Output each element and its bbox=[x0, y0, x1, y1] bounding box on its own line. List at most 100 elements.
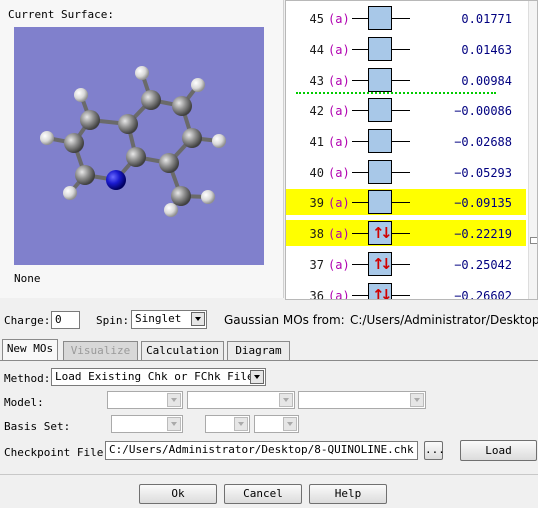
ok-button[interactable]: Ok bbox=[139, 484, 217, 504]
browse-button[interactable]: ... bbox=[424, 441, 445, 460]
surface-panel: Current Surface: None bbox=[0, 0, 284, 298]
mo-level-line bbox=[352, 141, 368, 142]
orbital-box[interactable] bbox=[368, 98, 392, 122]
basis-set-label: Basis Set: bbox=[4, 420, 71, 433]
method-select[interactable]: Load Existing Chk or FChk File bbox=[51, 368, 266, 386]
orbital-box[interactable]: ↑ ↓ bbox=[368, 221, 393, 245]
orbital-box[interactable]: ↑ ↓ bbox=[368, 283, 393, 300]
model-label: Model: bbox=[4, 396, 44, 409]
basis-select-3[interactable] bbox=[254, 415, 299, 433]
chevron-down-icon[interactable] bbox=[234, 417, 248, 431]
mo-energy: 0.01771 bbox=[461, 12, 512, 26]
basis-select-2[interactable] bbox=[205, 415, 250, 433]
tab-new-mos[interactable]: New MOs bbox=[2, 339, 58, 361]
mo-row[interactable]: 43 (a) 0.00984 bbox=[286, 67, 526, 93]
mo-level-line bbox=[392, 295, 410, 296]
mo-row[interactable]: 44 (a) 0.01463 bbox=[286, 36, 526, 62]
quinoline-molecule bbox=[40, 66, 226, 217]
nitrogen-atom bbox=[106, 170, 126, 190]
mo-number: 45 bbox=[309, 12, 324, 26]
orbital-box[interactable]: ↑ ↓ bbox=[368, 252, 393, 276]
mo-level-line bbox=[352, 202, 368, 203]
surface-status: None bbox=[14, 272, 41, 285]
mo-energy: −0.26602 bbox=[454, 289, 512, 300]
mo-number: 41 bbox=[309, 135, 324, 149]
mo-number: 40 bbox=[309, 166, 324, 180]
charge-label: Charge: bbox=[4, 314, 51, 327]
tab-calculation[interactable]: Calculation bbox=[141, 341, 224, 360]
mo-row[interactable]: 39 (a) −0.09135 bbox=[286, 189, 526, 215]
mo-number: 42 bbox=[309, 104, 324, 118]
model-select-3[interactable] bbox=[298, 391, 426, 409]
orbital-box[interactable] bbox=[368, 68, 392, 92]
mo-number: 44 bbox=[309, 43, 324, 57]
molecule-viewer[interactable] bbox=[14, 27, 264, 265]
mo-number: 43 bbox=[309, 74, 324, 88]
mo-row[interactable]: 45 (a) 0.01771 bbox=[286, 5, 526, 31]
mo-row[interactable]: 41 (a) −0.02688 bbox=[286, 128, 526, 154]
spin-select[interactable]: Singlet bbox=[131, 310, 207, 329]
tab-divider bbox=[0, 360, 538, 361]
checkpoint-file-input[interactable]: C:/Users/Administrator/Desktop/8-QUINOLI… bbox=[105, 441, 418, 460]
chevron-down-icon[interactable] bbox=[283, 417, 297, 431]
mo-level-line bbox=[352, 295, 368, 296]
mo-row[interactable]: 40 (a) −0.05293 bbox=[286, 159, 526, 185]
mo-level-line bbox=[392, 110, 410, 111]
spin-down-icon: ↓ bbox=[380, 286, 393, 300]
mo-number: 37 bbox=[309, 258, 324, 272]
mo-number: 36 bbox=[309, 289, 324, 300]
chevron-down-icon[interactable] bbox=[250, 370, 264, 384]
charge-input[interactable]: 0 bbox=[51, 311, 80, 329]
help-button[interactable]: Help bbox=[309, 484, 387, 504]
mo-level-line bbox=[392, 18, 410, 19]
spin-down-icon: ↓ bbox=[380, 255, 393, 273]
mo-row[interactable]: 37 (a) ↑ ↓ −0.25042 bbox=[286, 251, 526, 277]
tab-diagram[interactable]: Diagram bbox=[227, 341, 290, 360]
mo-symmetry: (a) bbox=[328, 289, 350, 300]
mo-energy: −0.09135 bbox=[454, 196, 512, 210]
mo-symmetry: (a) bbox=[328, 135, 350, 149]
chevron-down-icon[interactable] bbox=[279, 393, 293, 407]
orbital-box[interactable] bbox=[368, 129, 392, 153]
mo-level-line bbox=[352, 49, 368, 50]
mo-level-line bbox=[352, 80, 368, 81]
mo-row[interactable]: 38 (a) ↑ ↓ −0.22219 bbox=[286, 220, 526, 246]
basis-select-1[interactable] bbox=[111, 415, 183, 433]
mo-energy: −0.25042 bbox=[454, 258, 512, 272]
mo-level-line bbox=[392, 141, 410, 142]
model-select-1[interactable] bbox=[107, 391, 183, 409]
mo-symmetry: (a) bbox=[328, 258, 350, 272]
mo-energy: −0.02688 bbox=[454, 135, 512, 149]
mo-symmetry: (a) bbox=[328, 196, 350, 210]
mo-symmetry: (a) bbox=[328, 43, 350, 57]
orbital-box[interactable] bbox=[368, 6, 392, 30]
method-label: Method: bbox=[4, 372, 51, 385]
mo-scrollbar[interactable] bbox=[528, 1, 537, 299]
chevron-down-icon[interactable] bbox=[191, 312, 205, 326]
model-select-2[interactable] bbox=[187, 391, 295, 409]
mo-level-line bbox=[392, 202, 410, 203]
orbital-box[interactable] bbox=[368, 160, 392, 184]
current-surface-label: Current Surface: bbox=[8, 8, 114, 21]
load-button[interactable]: Load bbox=[460, 440, 537, 461]
cancel-button[interactable]: Cancel bbox=[224, 484, 302, 504]
mo-row[interactable]: 36 (a) ↑ ↓ −0.26602 bbox=[286, 282, 526, 300]
chevron-down-icon[interactable] bbox=[167, 393, 181, 407]
mo-row[interactable]: 42 (a) −0.00086 bbox=[286, 97, 526, 123]
mo-number: 39 bbox=[309, 196, 324, 210]
orbital-box[interactable] bbox=[368, 190, 392, 214]
homo-lumo-divider bbox=[296, 92, 496, 94]
mo-diagram[interactable]: 45 (a) 0.01771 44 (a) 0.01463 43 (a) 0.00984 42 (a… bbox=[285, 0, 538, 300]
mo-level-line bbox=[352, 18, 368, 19]
orbital-box[interactable] bbox=[368, 37, 392, 61]
chevron-down-icon[interactable] bbox=[167, 417, 181, 431]
chevron-down-icon[interactable] bbox=[410, 393, 424, 407]
tab-visualize[interactable]: Visualize bbox=[63, 341, 138, 360]
mo-level-line bbox=[392, 80, 410, 81]
mo-energy: −0.00086 bbox=[454, 104, 512, 118]
mo-level-line bbox=[392, 264, 410, 265]
mo-symmetry: (a) bbox=[328, 12, 350, 26]
scrollbar-thumb[interactable] bbox=[530, 237, 537, 244]
mo-level-line bbox=[352, 110, 368, 111]
mo-level-line bbox=[352, 172, 368, 173]
